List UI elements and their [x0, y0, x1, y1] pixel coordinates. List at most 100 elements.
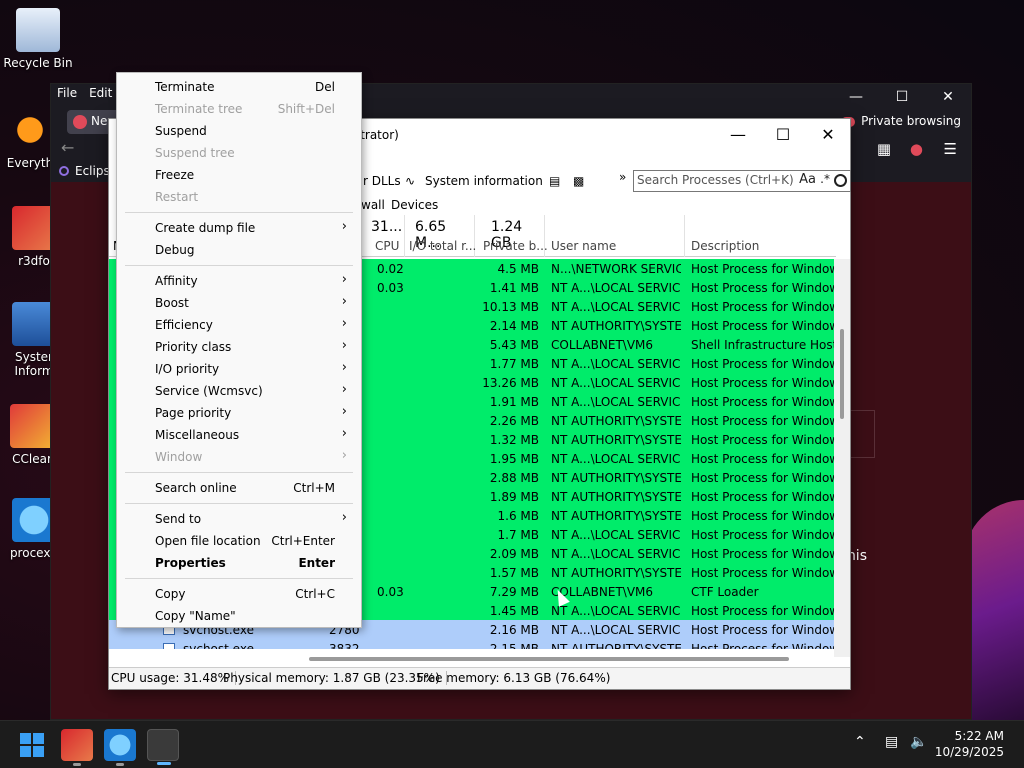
io-header-label: I/O total r... [409, 239, 477, 253]
menu-item-terminate[interactable]: Terminate Del [117, 76, 361, 98]
menu-item-miscellaneous[interactable]: Miscellaneous › [117, 424, 361, 446]
cell-desc: Host Process for Windows S [691, 509, 836, 523]
menu-item-open-file-location[interactable]: Open file location Ctrl+Enter [117, 530, 361, 552]
column-private-bytes[interactable]: 1.24 GB Private b... [475, 215, 548, 257]
regex-icon[interactable]: .* [820, 172, 830, 186]
menu-separator [125, 212, 353, 213]
cell-mem: 1.6 MB [497, 509, 539, 523]
bookmark-item[interactable]: Eclips [59, 164, 110, 178]
maximize-icon[interactable]: ☐ [879, 84, 925, 110]
cell-desc: Host Process for Windows S [691, 452, 836, 466]
search-icon[interactable] [834, 174, 847, 187]
menu-item-copy-name[interactable]: Copy "Name" [117, 605, 361, 627]
close-icon[interactable]: ✕ [925, 84, 971, 110]
column-user-name[interactable]: User name [545, 215, 685, 257]
menu-item-service-wcmsvc[interactable]: Service (Wcmsvc) › [117, 380, 361, 402]
cell-user: NT A...\LOCAL SERVICE [551, 395, 681, 409]
scroll-thumb[interactable] [840, 329, 844, 419]
hamburger-menu-icon[interactable]: ☰ [944, 140, 957, 158]
ccleaner-icon [10, 404, 54, 448]
clock[interactable]: 5:22 AM 10/29/2025 [935, 728, 1004, 760]
menu-separator [125, 578, 353, 579]
menu-item-create-dump-file[interactable]: Create dump file › [117, 217, 361, 239]
status-free-memory: Free memory: 6.13 GB (76.64%) [417, 671, 611, 685]
vertical-scrollbar[interactable] [834, 259, 850, 657]
close-icon[interactable]: ✕ [805, 125, 851, 144]
column-io[interactable]: 6.65 M... I/O total r... [405, 215, 477, 257]
tab-firewall[interactable]: wall [361, 198, 385, 212]
network-icon[interactable]: ▤ [885, 734, 898, 750]
chevron-up-icon[interactable]: ⌃ [854, 734, 866, 750]
menu-item-efficiency[interactable]: Efficiency › [117, 314, 361, 336]
maximize-icon[interactable]: ☐ [760, 125, 806, 144]
menu-item-priority-class[interactable]: Priority class › [117, 336, 361, 358]
match-case-toggle[interactable]: Aa [799, 172, 816, 187]
cell-user: NT AUTHORITY\SYSTEM [551, 509, 681, 523]
chevron-right-icon: › [341, 510, 347, 525]
chevron-right-icon: › [341, 404, 347, 419]
cell-desc: Host Process for Windows S [691, 357, 836, 371]
cell-mem: 1.7 MB [497, 528, 539, 542]
user-header-label: User name [551, 239, 617, 253]
extensions-icon[interactable]: ▦ [877, 140, 891, 158]
column-description[interactable]: Description [685, 215, 836, 257]
system-info-icon[interactable]: ∿ [405, 174, 415, 188]
menu-item-label: Efficiency [155, 318, 213, 332]
cell-desc: Host Process for Windows S [691, 566, 836, 580]
table-row[interactable]: svchost.exe 3832 2.15 MB NT AUTHORITY\SYSTE… [109, 639, 836, 649]
cell-mem: 1.32 MB [489, 433, 539, 447]
cell-user: NT A...\LOCAL SERVICE [551, 623, 681, 637]
menu-item-search-online[interactable]: Search online Ctrl+M [117, 477, 361, 499]
cell-mem: 2.09 MB [489, 547, 539, 561]
search-input[interactable]: Search Processes (Ctrl+K) Aa .* [633, 170, 851, 192]
menu-item-label: Suspend [155, 124, 207, 138]
tab-devices[interactable]: Devices [391, 198, 438, 212]
menu-item-copy[interactable]: Copy Ctrl+C [117, 583, 361, 605]
menu-edit[interactable]: Edit [83, 84, 118, 102]
column-cpu[interactable]: 31... CPU [359, 215, 405, 257]
menu-item-send-to[interactable]: Send to › [117, 508, 361, 530]
minimize-icon[interactable]: — [833, 84, 879, 110]
menu-item-label: Properties [155, 556, 226, 570]
minimize-icon[interactable]: — [715, 125, 761, 144]
menu-item-properties[interactable]: Properties Enter [117, 552, 361, 574]
menu-item-debug[interactable]: Debug [117, 239, 361, 261]
volume-icon[interactable]: 🔈 [910, 734, 927, 750]
cell-desc: Host Process for Windows S [691, 376, 836, 390]
menu-item-page-priority[interactable]: Page priority › [117, 402, 361, 424]
find-window-icon[interactable]: ▩ [573, 174, 584, 188]
cell-desc: Host Process for Windows S [691, 490, 836, 504]
browser-window-controls: — ☐ ✕ [833, 84, 971, 110]
chevron-more-icon[interactable]: » [619, 170, 626, 184]
cell-user: NT A...\LOCAL SERVICE [551, 281, 681, 295]
menu-item-affinity[interactable]: Affinity › [117, 270, 361, 292]
cell-user: NT AUTHORITY\SYSTEM [551, 471, 681, 485]
cell-user: N...\NETWORK SERVICE [551, 262, 681, 276]
ublock-icon[interactable]: ● [910, 140, 923, 158]
menu-item-suspend-tree: Suspend tree [117, 142, 361, 164]
back-icon[interactable]: ← [61, 138, 74, 157]
window-icon[interactable]: ▤ [549, 174, 560, 188]
cell-cpu: 0.02 [377, 262, 404, 276]
menu-file[interactable]: File [51, 84, 83, 102]
toolbar-system-information[interactable]: System information [425, 174, 543, 188]
menu-item-suspend[interactable]: Suspend [117, 120, 361, 142]
horizontal-scrollbar[interactable] [309, 657, 789, 661]
cell-pid: 3832 [329, 642, 360, 649]
menu-item-shortcut: Enter [298, 556, 335, 570]
cell-mem: 2.16 MB [489, 623, 539, 637]
cell-desc: Host Process for Windows S [691, 281, 836, 295]
toolbar-dlls[interactable]: r DLLs [363, 174, 401, 188]
menu-item-i-o-priority[interactable]: I/O priority › [117, 358, 361, 380]
taskbar-system-information-icon[interactable] [147, 729, 179, 765]
taskbar-procexp-icon[interactable] [104, 729, 136, 766]
desktop-icon-recycle-bin[interactable]: Recycle Bin [0, 8, 76, 70]
menu-item-freeze[interactable]: Freeze [117, 164, 361, 186]
menu-item-label: Send to [155, 512, 202, 526]
taskbar-r3dfox-icon[interactable] [61, 729, 93, 766]
start-button[interactable] [20, 733, 44, 757]
page-panel [847, 410, 875, 458]
recycle-bin-icon [16, 8, 60, 52]
menu-item-boost[interactable]: Boost › [117, 292, 361, 314]
menu-item-label: Freeze [155, 168, 195, 182]
